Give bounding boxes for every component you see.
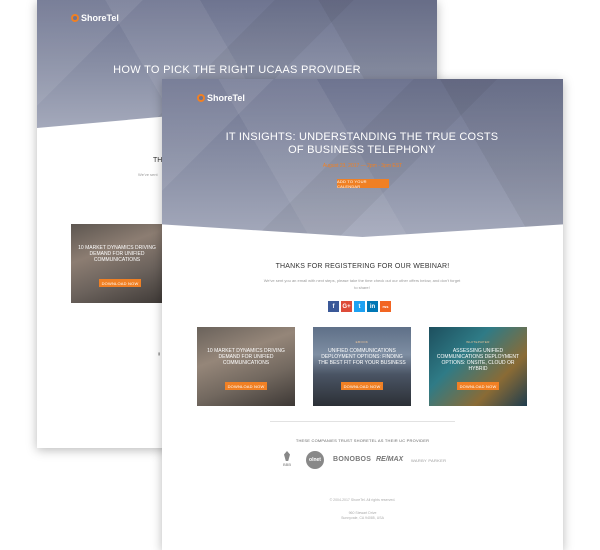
rss-icon[interactable]: rss <box>380 301 391 312</box>
thanks-heading: THANKS FOR REGISTERING FOR OUR WEBINAR! <box>275 263 450 270</box>
section-divider <box>270 421 455 422</box>
offer-card-whitepaper[interactable]: WHITEPAPER ASSESSING UNIFIED COMMUNICATI… <box>429 327 527 406</box>
warby-parker-logo: WARBY PARKER <box>411 458 447 463</box>
bonobos-logo: BONOBOS <box>333 456 372 463</box>
address-block: 960 Stewart Drive Sunnyvale, CA 94085, U… <box>162 511 563 521</box>
address-line-2: Sunnyvale, CA 94085, USA <box>341 516 384 520</box>
front-landing-page: ShoreTel IT INSIGHTS: UNDERSTANDING THE … <box>162 79 563 550</box>
back-page-headline: HOW TO PICK THE RIGHT UCAAS PROVIDER <box>113 64 361 76</box>
twitter-icon[interactable]: t <box>354 301 365 312</box>
client-logos: BBB olnet BONOBOS RE/MAX WARBY PARKER <box>282 451 452 469</box>
thanks-subtext: We've sent you an email with next steps,… <box>263 278 461 290</box>
card-download-button[interactable]: DOWNLOAD NOW <box>225 382 267 390</box>
bbb-label: BBB <box>282 462 291 467</box>
front-brand-name: ShoreTel <box>207 93 245 103</box>
olnet-logo: olnet <box>306 451 324 469</box>
trust-heading: THESE COMPANIES TRUST SHORETEL AS THEIR … <box>295 438 430 443</box>
linkedin-icon[interactable]: in <box>367 301 378 312</box>
back-brand-logo[interactable]: ShoreTel <box>71 13 119 23</box>
card-download-button[interactable]: DOWNLOAD NOW <box>457 382 499 390</box>
card-title: UNIFIED COMMUNICATIONS DEPLOYMENT OPTION… <box>318 348 406 366</box>
card-tag: EBOOK <box>355 340 369 344</box>
front-brand-logo[interactable]: ShoreTel <box>197 93 245 103</box>
back-brand-name: ShoreTel <box>81 13 119 23</box>
offer-card-deployment-ebook[interactable]: EBOOK UNIFIED COMMUNICATIONS DEPLOYMENT … <box>313 327 411 406</box>
bbb-torch-icon <box>284 451 290 461</box>
social-share-bar: f G+ t in rss <box>328 301 391 312</box>
back-partial-logo-icon: ▮ <box>158 351 161 356</box>
copyright-text: © 2004-2017 ShoreTel. All rights reserve… <box>329 498 396 502</box>
back-thanks-heading: TH <box>153 157 163 164</box>
back-card-title: 10 MARKET DYNAMICS DRIVING DEMAND FOR UN… <box>78 245 156 263</box>
offer-card-market-dynamics[interactable]: 10 MARKET DYNAMICS DRIVING DEMAND FOR UN… <box>197 327 295 406</box>
back-card-download-button[interactable]: DOWNLOAD NOW <box>99 279 141 287</box>
back-offer-card[interactable]: 10 MARKET DYNAMICS DRIVING DEMAND FOR UN… <box>71 224 163 303</box>
card-tag: WHITEPAPER <box>466 340 490 344</box>
shoretel-logo-icon <box>197 94 205 102</box>
front-hero-banner: ShoreTel IT INSIGHTS: UNDERSTANDING THE … <box>162 79 563 237</box>
card-title: ASSESSING UNIFIED COMMUNICATIONS DEPLOYM… <box>436 348 520 372</box>
offer-cards: 10 MARKET DYNAMICS DRIVING DEMAND FOR UN… <box>197 327 528 406</box>
webinar-title: IT INSIGHTS: UNDERSTANDING THE TRUE COST… <box>225 131 499 156</box>
card-download-button[interactable]: DOWNLOAD NOW <box>341 382 383 390</box>
back-subtext: We've sent <box>138 172 158 177</box>
remax-logo: RE/MAX <box>376 456 404 463</box>
add-to-calendar-button[interactable]: ADD TO YOUR CALENDAR <box>337 179 389 189</box>
facebook-icon[interactable]: f <box>328 301 339 312</box>
webinar-date: August 23, 2017 — 2pm - 3pm EST <box>322 163 403 169</box>
shoretel-logo-icon <box>71 14 79 22</box>
google-plus-icon[interactable]: G+ <box>341 301 352 312</box>
bbb-logo: BBB <box>282 451 292 469</box>
card-title: 10 MARKET DYNAMICS DRIVING DEMAND FOR UN… <box>207 348 285 366</box>
